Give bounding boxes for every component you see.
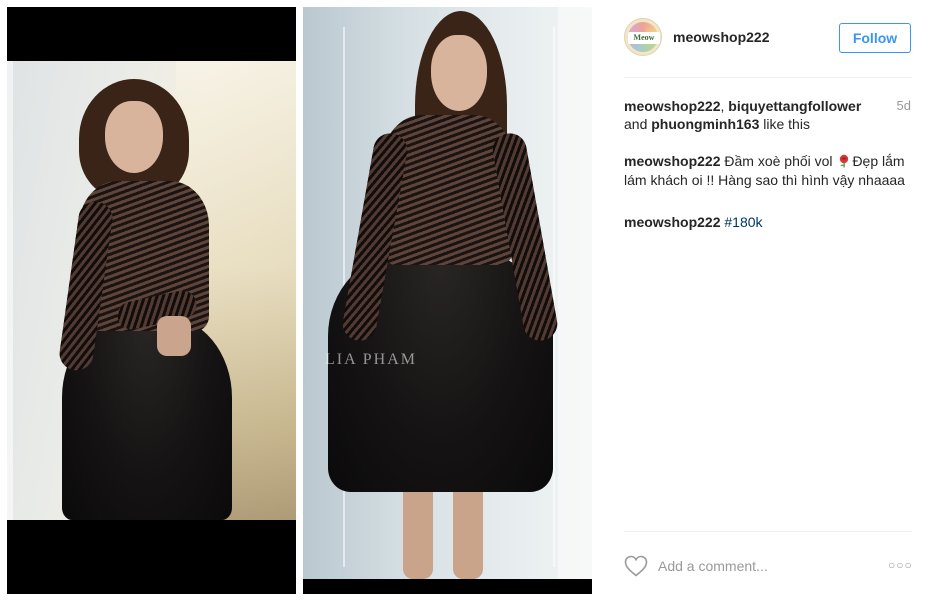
like-user[interactable]: biquyettangfollower [728, 98, 861, 114]
footer-divider [624, 531, 912, 532]
comment-username[interactable]: meowshop222 [624, 214, 720, 230]
model-hand [157, 316, 191, 356]
comment-input[interactable] [658, 554, 878, 578]
wall-panel [7, 61, 13, 520]
like-user[interactable]: phuongminh163 [651, 116, 759, 132]
hashtag-link[interactable]: #180k [724, 214, 762, 230]
likes-line: meowshop222, biquyettangfollower and phuo… [624, 97, 912, 133]
wall-panel [553, 27, 555, 567]
post-photos: LIA PHAM [0, 0, 600, 600]
model-leg-left [403, 477, 433, 579]
caption-comment: meowshop222 Đầm xoè phối vol Đẹp lắm lám… [624, 152, 912, 190]
model-face [105, 101, 163, 173]
likes-suffix: like this [759, 116, 810, 132]
rose-icon [840, 154, 849, 168]
header-username[interactable]: meowshop222 [673, 29, 769, 45]
comment-text: Đầm xoè phối vol [720, 153, 837, 169]
hashtag-comment: meowshop222 #180k [624, 213, 912, 232]
post-sidebar: Meow meowshop222 Follow meowshop222, biq… [600, 0, 934, 600]
photo-left-scene [7, 61, 296, 520]
photo-right-scene: LIA PHAM [303, 7, 592, 579]
post-header: Meow meowshop222 Follow [600, 0, 934, 78]
avatar-logo: Meow [628, 32, 660, 44]
heart-icon[interactable] [624, 555, 648, 577]
curtain [558, 7, 592, 579]
post-footer: ○○○ [624, 546, 912, 586]
avatar[interactable]: Meow [624, 18, 662, 56]
photo-left[interactable] [7, 7, 296, 594]
likes-separator: and [624, 116, 652, 132]
model-leg-right [453, 477, 483, 579]
post-time[interactable]: 5d [897, 98, 911, 113]
like-user[interactable]: meowshop222 [624, 98, 720, 114]
comment-username[interactable]: meowshop222 [624, 153, 720, 169]
photo-watermark: LIA PHAM [325, 351, 418, 368]
model-face [431, 35, 487, 111]
header-divider [624, 77, 912, 78]
photo-right[interactable]: LIA PHAM [303, 7, 592, 594]
follow-button[interactable]: Follow [839, 23, 911, 53]
more-options-icon[interactable]: ○○○ [888, 558, 912, 574]
